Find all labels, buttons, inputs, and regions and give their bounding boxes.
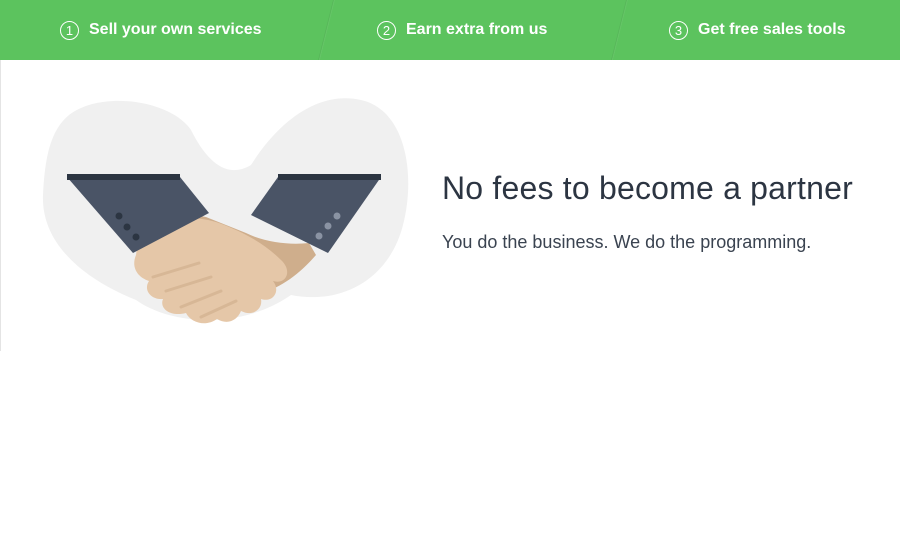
page-title: No fees to become a partner	[442, 170, 853, 206]
page-subtitle: You do the business. We do the programmi…	[442, 232, 812, 252]
step-divider	[310, 0, 342, 60]
cuff-button	[132, 233, 140, 241]
partner-section: No fees to become a partner You do the b…	[0, 60, 900, 351]
step-number-badge: 2	[377, 20, 396, 40]
cuff-button	[123, 223, 131, 231]
right-cuff	[278, 174, 381, 180]
cuff-button	[324, 222, 332, 230]
left-cuff	[67, 174, 180, 180]
step-earn-extra[interactable]: 2 Earn extra from us	[377, 0, 547, 60]
handshake-icon	[42, 98, 409, 324]
cuff-button	[115, 212, 123, 220]
steps-bar: 1 Sell your own services 2 Earn extra fr…	[0, 0, 900, 60]
cuff-button	[315, 232, 323, 240]
step-label: Sell your own services	[89, 21, 262, 38]
step-free-tools[interactable]: 3 Get free sales tools	[669, 0, 846, 60]
step-label: Get free sales tools	[698, 21, 846, 38]
step-label: Earn extra from us	[406, 21, 548, 38]
step-number-badge: 1	[60, 20, 79, 40]
cuff-button	[333, 212, 341, 220]
step-divider	[603, 0, 635, 60]
step-number-badge: 3	[669, 20, 688, 40]
step-sell-services[interactable]: 1 Sell your own services	[60, 0, 262, 60]
